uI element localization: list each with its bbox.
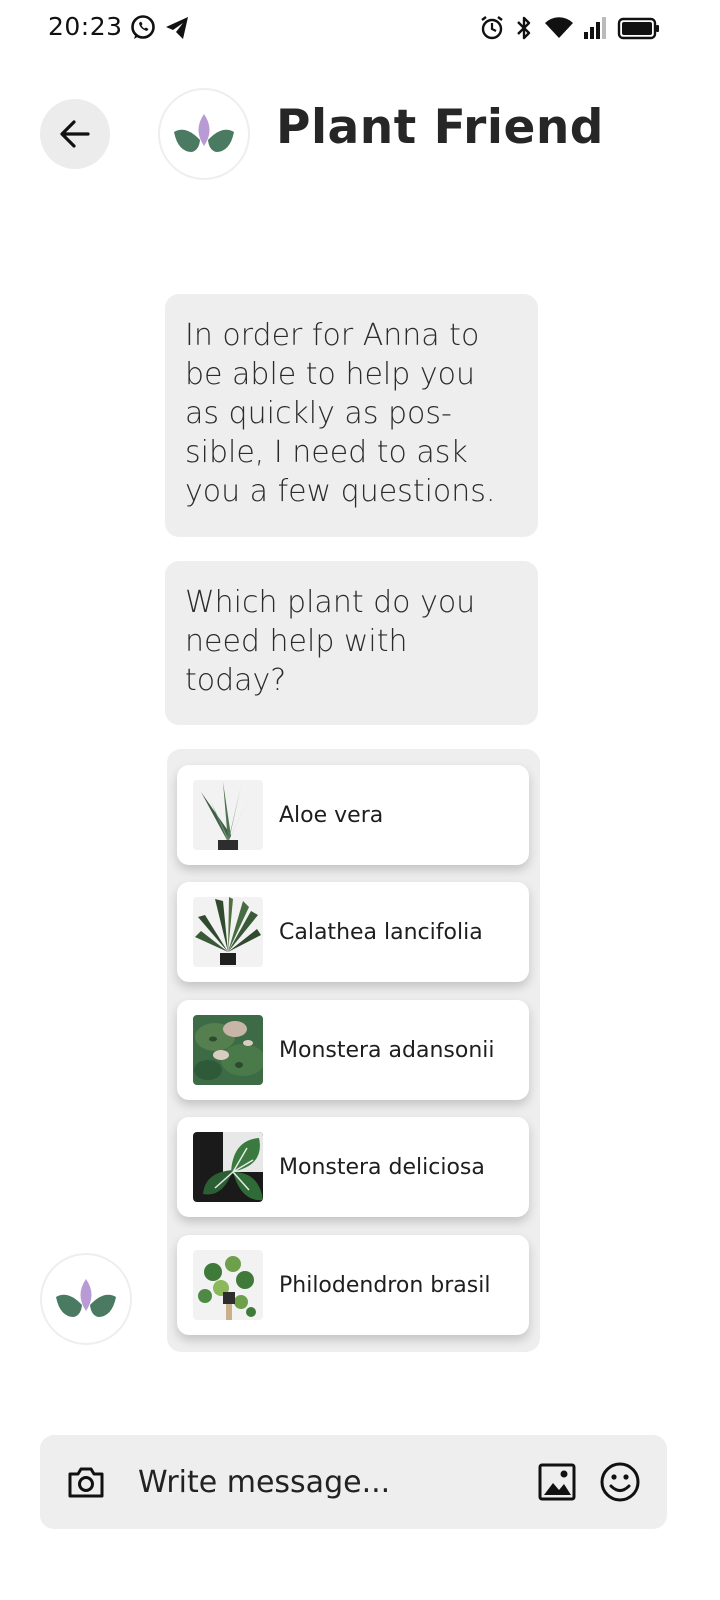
alarm-icon [481, 16, 503, 40]
back-button[interactable] [40, 99, 110, 169]
plant-thumbnail [193, 1132, 263, 1202]
whatsapp-icon [131, 15, 155, 39]
lotus-logo-icon [56, 1279, 116, 1317]
plant-option-label: Monstera deliciosa [279, 1154, 485, 1180]
chat-message-question: Which plant do you need help with today? [165, 561, 538, 725]
signal-icon [584, 17, 606, 39]
lotus-logo-icon [174, 114, 234, 152]
plant-options-list: Aloe vera Calathea lancifolia Monstera a… [167, 749, 540, 1352]
plant-option-calathea-lancifolia[interactable]: Calathea lancifolia [177, 882, 529, 982]
plant-option-label: Monstera adansonii [279, 1037, 495, 1063]
arrow-left-icon [60, 120, 90, 148]
camera-icon[interactable] [66, 1462, 106, 1502]
telegram-icon [166, 17, 188, 39]
plant-option-label: Calathea lancifolia [279, 919, 483, 945]
plant-thumbnail [193, 1250, 263, 1320]
message-input[interactable] [138, 1457, 518, 1507]
page-title: Plant Friend [276, 100, 604, 155]
plant-option-label: Philodendron brasil [279, 1272, 491, 1298]
header-avatar [158, 88, 250, 180]
plant-option-monstera-adansonii[interactable]: Monstera adansonii [177, 1000, 529, 1100]
plant-option-philodendron-brasil[interactable]: Philodendron brasil [177, 1235, 529, 1335]
wifi-icon [545, 17, 573, 38]
bot-avatar [40, 1253, 132, 1345]
plant-option-label: Aloe vera [279, 802, 384, 828]
image-icon[interactable] [537, 1462, 577, 1502]
chat-message-intro: In order for Anna to be able to help you… [165, 294, 538, 537]
plant-thumbnail [193, 897, 263, 967]
plant-option-monstera-deliciosa[interactable]: Monstera deliciosa [177, 1117, 529, 1217]
battery-icon [617, 17, 659, 40]
message-composer [40, 1435, 667, 1529]
emoji-icon[interactable] [599, 1461, 641, 1503]
plant-thumbnail [193, 1015, 263, 1085]
bluetooth-icon [517, 16, 531, 40]
status-time: 20:23 [48, 12, 123, 41]
plant-thumbnail [193, 780, 263, 850]
plant-option-aloe-vera[interactable]: Aloe vera [177, 765, 529, 865]
status-bar: 20:23 [0, 0, 720, 58]
